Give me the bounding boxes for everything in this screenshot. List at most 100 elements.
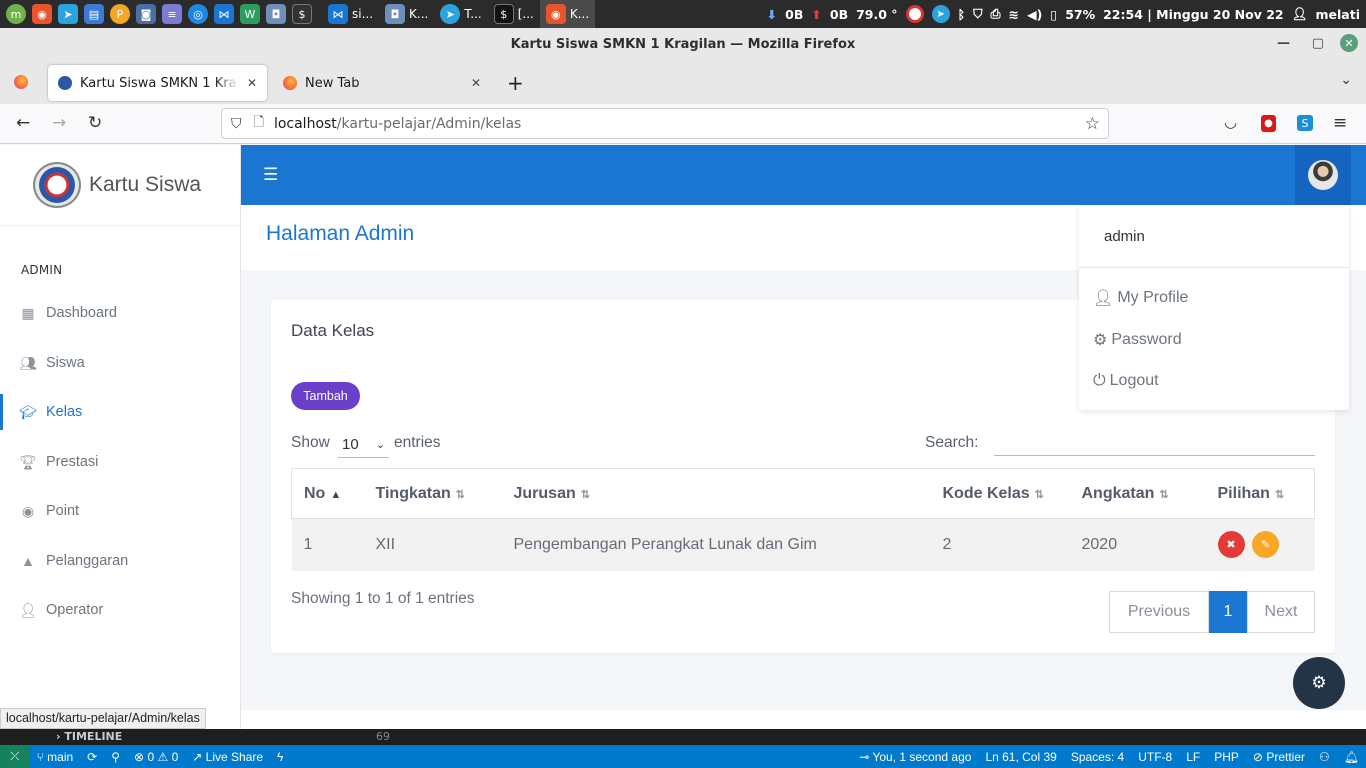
my-profile-menu-item[interactable]: 👤︎ My Profile: [1093, 288, 1188, 308]
search-input[interactable]: [994, 432, 1315, 456]
user-menu-toggle[interactable]: [1295, 145, 1351, 205]
close-tab-icon[interactable]: ✕: [247, 76, 257, 90]
sidebar-item-point[interactable]: ◉ Point: [0, 493, 240, 529]
bookmark-star-icon[interactable]: ☆: [1085, 114, 1100, 134]
site-favicon-icon: [58, 76, 72, 90]
reload-icon[interactable]: ↻: [88, 113, 102, 133]
maximize-icon[interactable]: ▢: [1312, 36, 1324, 51]
indentation-status[interactable]: Spaces: 4: [1064, 750, 1131, 764]
live-share-button[interactable]: ↗ Live Share: [185, 750, 270, 764]
browser-launcher-icon[interactable]: ◎: [188, 4, 208, 24]
column-header-tingkatan[interactable]: Tingkatan ⇅: [363, 468, 502, 519]
shield-icon[interactable]: ⛉: [231, 116, 242, 132]
writer-launcher-icon[interactable]: W: [240, 4, 260, 24]
tab-kartu-siswa[interactable]: Kartu Siswa SMKN 1 Kragilan ✕: [48, 65, 267, 101]
adblock-extension-icon[interactable]: ●: [1261, 115, 1276, 132]
clock-datetime[interactable]: 22:54 | Minggu 20 Nov 22: [1103, 7, 1284, 22]
cell-kode-kelas: 2: [930, 518, 1070, 571]
column-header-jurusan[interactable]: Jurusan ⇅: [501, 468, 931, 519]
shield-tray-icon[interactable]: ⛉: [973, 6, 982, 22]
notes-launcher-icon[interactable]: ≡: [162, 4, 182, 24]
taskbar-item-browser[interactable]: ◘ K...: [379, 0, 434, 28]
volume-icon[interactable]: ◀): [1027, 7, 1042, 22]
firefox-view-icon[interactable]: [14, 75, 28, 89]
wifi-icon[interactable]: ≋: [1008, 7, 1018, 22]
tambah-button[interactable]: Tambah: [291, 382, 360, 410]
next-button[interactable]: Next: [1247, 591, 1315, 633]
chevron-right-icon: ›: [56, 730, 61, 743]
hamburger-menu-icon[interactable]: ≡: [1333, 113, 1347, 133]
url-bar[interactable]: ⛉ 🗋︎ localhost/kartu-pelajar/Admin/kelas…: [221, 108, 1109, 139]
sidebar-item-kelas[interactable]: 🎓︎ Kelas: [0, 394, 240, 430]
terminal-launcher-icon[interactable]: $: [292, 4, 312, 24]
taskbar-item-telegram[interactable]: ➤ T...: [434, 0, 487, 28]
column-header-kode-kelas[interactable]: Kode Kelas ⇅: [930, 468, 1070, 519]
extension-s-icon[interactable]: S: [1297, 115, 1313, 131]
telegram-launcher-icon[interactable]: ➤: [58, 4, 78, 24]
column-header-angkatan[interactable]: Angkatan ⇅: [1069, 468, 1206, 519]
sidebar-item-pelanggaran[interactable]: ▲ Pelanggaran: [0, 543, 240, 579]
sidebar-item-operator[interactable]: 👤︎ Operator: [0, 592, 240, 628]
clock-tray-icon[interactable]: [905, 5, 924, 23]
sidebar-item-dashboard[interactable]: ▦ Dashboard: [0, 295, 240, 331]
eol-status[interactable]: LF: [1179, 750, 1207, 764]
new-tab-plus-icon[interactable]: +: [507, 71, 524, 95]
app-launcher-icon[interactable]: ◉: [32, 4, 52, 24]
sidebar-toggle-icon[interactable]: ☰: [263, 165, 278, 185]
files-launcher-icon[interactable]: ▤: [84, 4, 104, 24]
dropdown-username: admin: [1104, 228, 1145, 245]
previous-button[interactable]: Previous: [1109, 591, 1209, 633]
problems-status[interactable]: ⊗ 0 ⚠ 0: [127, 750, 185, 764]
password-menu-item[interactable]: ⚙ Password: [1093, 330, 1182, 350]
brand[interactable]: Kartu Siswa: [0, 145, 240, 226]
bluetooth-icon[interactable]: ᛒ: [958, 7, 966, 22]
git-graph-icon[interactable]: ⚲: [104, 750, 127, 764]
feedback-icon[interactable]: ⚇: [1312, 750, 1337, 764]
page-1-button[interactable]: 1: [1209, 591, 1247, 633]
prettier-status[interactable]: ⊘ Prettier: [1246, 750, 1312, 764]
mint-menu-icon[interactable]: m: [6, 4, 26, 24]
sidebar-item-siswa[interactable]: 👥︎ Siswa: [0, 345, 240, 381]
user-name[interactable]: melati: [1316, 7, 1360, 22]
minimize-icon[interactable]: —: [1277, 36, 1290, 51]
timeline-section[interactable]: › TIMELINE: [56, 730, 122, 743]
forward-arrow-icon[interactable]: →: [52, 113, 66, 133]
taskbar-item-firefox[interactable]: ◉ K...: [539, 0, 596, 28]
settings-fab[interactable]: ⚙: [1293, 657, 1345, 709]
battery-icon[interactable]: ▯: [1050, 7, 1057, 22]
remote-icon[interactable]: ⤫: [0, 745, 30, 768]
list-all-tabs-chevron-icon[interactable]: ⌄: [1340, 72, 1352, 88]
firefox-task-icon: ◉: [545, 4, 566, 24]
vscode-launcher-icon[interactable]: ⋈: [214, 4, 234, 24]
column-header-pilihan[interactable]: Pilihan ⇅: [1205, 468, 1315, 519]
window-close-icon[interactable]: ✕: [1340, 34, 1358, 52]
pocket-icon[interactable]: ◡: [1224, 113, 1237, 131]
vm-launcher-icon[interactable]: ◘: [266, 4, 286, 24]
back-arrow-icon[interactable]: ←: [16, 113, 30, 133]
screenshot-launcher-icon[interactable]: ◙: [136, 4, 156, 24]
delete-button[interactable]: ✖: [1217, 531, 1245, 559]
school-logo: [33, 162, 81, 208]
branch-status[interactable]: ⑂ main: [30, 750, 81, 764]
close-tab-icon[interactable]: ✕: [471, 76, 481, 90]
edit-button[interactable]: ✎: [1251, 531, 1279, 559]
tab-new-tab[interactable]: New Tab ✕: [273, 65, 491, 101]
page-length-select[interactable]: 10 ⌄: [338, 431, 389, 458]
printer-icon[interactable]: ⎙: [990, 6, 1000, 22]
postman-launcher-icon[interactable]: P: [110, 4, 130, 24]
language-status[interactable]: PHP: [1207, 750, 1246, 764]
page-info-icon[interactable]: 🗋︎: [254, 113, 264, 135]
user-icon: 👤︎: [1093, 290, 1114, 307]
taskbar-item-terminal[interactable]: $ [...: [488, 0, 540, 28]
cursor-position[interactable]: Ln 61, Col 39: [978, 750, 1063, 764]
taskbar-item-vscode[interactable]: ⋈ si...: [322, 0, 379, 28]
git-blame-status[interactable]: ⊸ You, 1 second ago: [852, 750, 978, 764]
notification-bell-icon[interactable]: 🔔︎: [1337, 750, 1366, 764]
column-header-no[interactable]: No ▲: [291, 468, 364, 519]
sidebar-item-prestasi[interactable]: 🏆︎ Prestasi: [0, 444, 240, 480]
logout-menu-item[interactable]: ⏻ Logout: [1093, 372, 1159, 390]
sync-icon[interactable]: ⟳: [80, 750, 104, 764]
telegram-tray-icon[interactable]: ➤: [931, 5, 950, 23]
lightning-icon[interactable]: ϟ: [270, 750, 290, 764]
encoding-status[interactable]: UTF-8: [1131, 750, 1179, 764]
